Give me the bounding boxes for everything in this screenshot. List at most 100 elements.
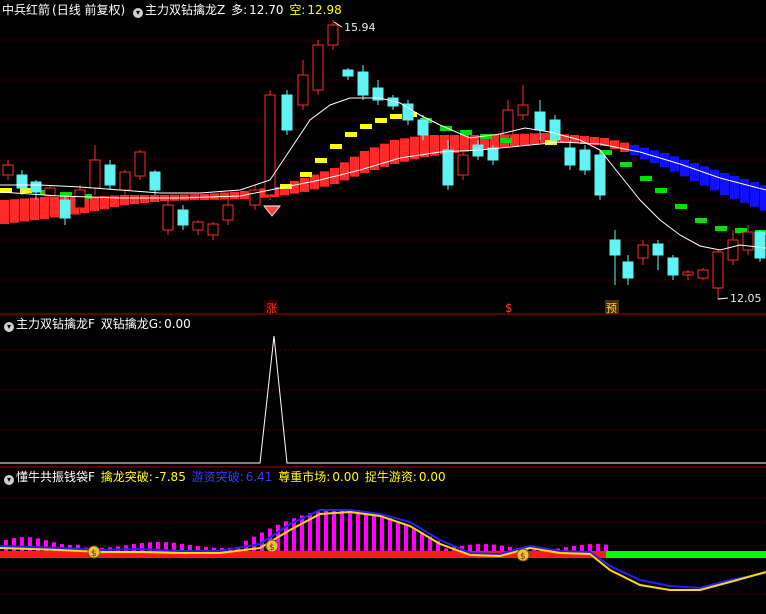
signal-spike-line — [0, 335, 766, 464]
ribbon-segment — [700, 166, 709, 186]
chart-canvas[interactable]: 15.94 12.05 涨 $ 预 $ $ $ — [0, 0, 766, 614]
high-label: 15.94 — [344, 21, 376, 34]
candle-body — [534, 111, 546, 131]
ribbon-segment — [300, 178, 309, 192]
histogram-bar — [596, 544, 600, 551]
candle-body — [402, 103, 414, 121]
signal-dollar-label: $ — [505, 301, 513, 315]
ribbon-segment — [680, 159, 689, 177]
histogram-bar — [588, 544, 592, 551]
histogram-bar — [404, 524, 408, 551]
histogram-bar — [492, 544, 496, 551]
step-marker — [640, 176, 652, 181]
step-marker — [390, 114, 402, 119]
signal-dollar-marker: $ — [505, 301, 513, 315]
histogram-bar — [484, 544, 488, 551]
signal-up-marker: 涨 — [264, 300, 278, 315]
candle-body — [742, 231, 754, 251]
svg-text:$: $ — [91, 549, 97, 559]
candle-body — [549, 119, 561, 141]
candle-body — [177, 209, 189, 226]
ribbon-segment — [50, 197, 59, 218]
histogram-bar — [332, 509, 336, 551]
histogram-bar — [300, 515, 304, 551]
candle-body — [357, 71, 369, 96]
histogram-bar — [396, 521, 400, 551]
candle-body — [2, 164, 14, 176]
ribbon-segment — [340, 162, 349, 181]
candle-body — [104, 164, 116, 186]
candle-body — [59, 199, 71, 219]
candle-body — [609, 239, 621, 256]
step-marker — [675, 204, 687, 209]
histogram-bar — [388, 518, 392, 551]
candle-body — [637, 244, 649, 259]
candle-body — [312, 44, 324, 91]
histogram-bar — [380, 515, 384, 551]
ribbon-segment — [530, 133, 539, 144]
candle-body — [149, 171, 161, 191]
histogram-bar — [476, 544, 480, 551]
histogram-bar — [180, 543, 184, 551]
candle-body — [162, 204, 174, 231]
ribbon-segment — [670, 156, 679, 172]
ribbon-segment — [710, 169, 719, 191]
step-marker — [440, 126, 452, 131]
ribbon-segment — [350, 156, 359, 177]
ribbon-segment — [40, 197, 49, 219]
grid-lines — [0, 39, 766, 595]
histogram-bar — [324, 510, 328, 551]
histogram-bars — [4, 509, 608, 551]
histogram-bar — [340, 509, 344, 551]
candle-body — [667, 257, 679, 276]
ribbon-segment — [20, 198, 29, 222]
candle-body — [417, 119, 429, 136]
candle-body — [517, 104, 529, 116]
signal-pre-label: 预 — [606, 302, 617, 315]
step-marker — [375, 118, 387, 123]
ribbon-segment — [620, 142, 629, 152]
candle-body — [74, 189, 86, 209]
ribbon-segment — [740, 179, 749, 203]
diamond-icon — [262, 205, 282, 217]
histogram-bar — [348, 509, 352, 551]
high-marker: 15.94 — [333, 21, 376, 34]
candle-body — [327, 24, 339, 46]
candle-body — [192, 221, 204, 231]
candle-body — [594, 154, 606, 196]
candle-body — [297, 74, 309, 106]
step-marker — [620, 162, 632, 167]
candle-body — [564, 147, 576, 166]
candle-body — [30, 181, 42, 193]
candle-body — [754, 231, 766, 259]
candle-body — [442, 149, 454, 186]
step-marker — [655, 188, 667, 193]
ribbon-segment — [720, 173, 729, 195]
candle-body — [697, 269, 709, 279]
ribbon-segment — [0, 200, 9, 224]
candle-body — [487, 147, 499, 161]
candle-body — [622, 261, 634, 279]
money-bag-icon: $ — [516, 548, 530, 562]
baseline-green — [606, 551, 766, 558]
histogram-bar — [500, 545, 504, 551]
histogram-bar — [604, 544, 608, 551]
step-marker — [330, 144, 342, 149]
svg-text:$: $ — [520, 552, 526, 562]
signal-up-label: 涨 — [266, 302, 277, 315]
ribbon-segment — [30, 197, 39, 221]
chart-window: 中兵红箭 (日线 前复权) ▾ 主力双钻擒龙Z 多: 12.70 空: 12.98 ▾ 主… — [0, 0, 766, 614]
low-label: 12.05 — [730, 292, 762, 305]
step-marker — [500, 138, 512, 143]
step-marker — [360, 124, 372, 129]
candle-body — [712, 251, 724, 289]
histogram-bar — [572, 545, 576, 551]
candle-body — [222, 204, 234, 221]
step-marker — [715, 226, 727, 231]
candle-body — [682, 271, 694, 276]
histogram-bar — [444, 548, 448, 551]
ribbon-segment — [10, 199, 19, 223]
svg-text:$: $ — [269, 543, 275, 553]
step-marker — [345, 132, 357, 137]
candle-body — [89, 159, 101, 189]
